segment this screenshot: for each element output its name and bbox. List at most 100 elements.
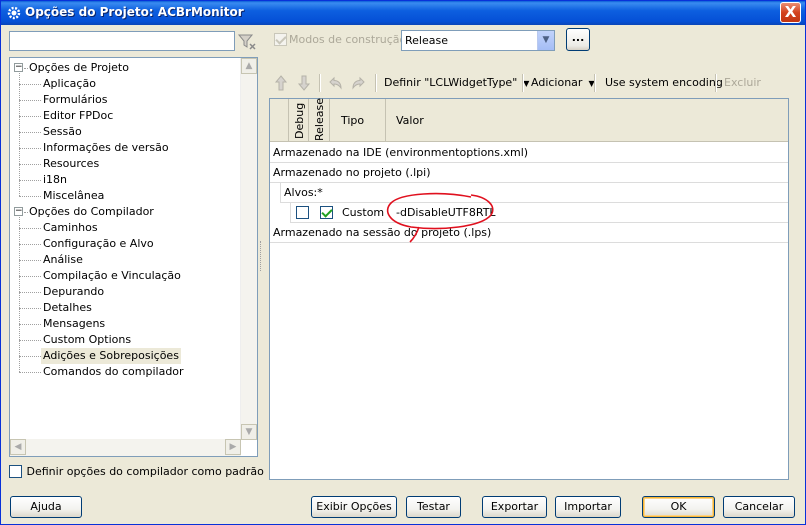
add-label: Adicionar (531, 76, 583, 89)
tree-connector (19, 100, 41, 101)
tree-connector (19, 73, 20, 196)
redo-icon[interactable] (351, 75, 367, 91)
tree-connector (19, 260, 41, 261)
gear-icon (7, 6, 21, 20)
test-button[interactable]: Testar (406, 496, 461, 518)
tree-item[interactable]: Resources (43, 156, 99, 172)
tree-connector (19, 196, 41, 197)
define-lclwidgettype-button[interactable]: Definir "LCLWidgetType" ▼ (384, 71, 529, 95)
dropdown-caret-icon: ▼ (523, 79, 530, 88)
tree-connector (19, 308, 41, 309)
tree-item[interactable]: Aplicação (43, 76, 96, 92)
tree-item[interactable]: Detalhes (43, 300, 92, 316)
grid-row-session[interactable]: Armazenado na sessão do projeto (.lps) (270, 223, 788, 243)
grid-row-targets[interactable]: Alvos:* (280, 183, 788, 203)
tree-connector (19, 356, 41, 357)
default-options-row[interactable]: Definir opções do compilador como padrão (9, 464, 264, 480)
grid-header-type[interactable]: Tipo (330, 99, 386, 142)
debug-checkbox[interactable] (296, 206, 309, 219)
scroll-left-icon[interactable]: ◀ (10, 439, 26, 455)
tree-connector (19, 217, 20, 372)
tree-item[interactable]: Adições e Sobreposições (41, 348, 181, 364)
header-debug-label: Debug (293, 102, 306, 139)
add-button[interactable]: Adicionar ▼ (531, 71, 595, 95)
tree-item[interactable]: Opções do Compilador (29, 204, 154, 220)
grid-row-project[interactable]: Armazenado no projeto (.lpi) (270, 163, 788, 183)
header-type-label: Tipo (341, 114, 365, 127)
project-options-window: Opções do Projeto: ACBrMonitor X − Opções… (0, 0, 806, 525)
grid-header-debug[interactable]: Debug (289, 99, 309, 142)
header-value-label: Valor (396, 114, 424, 127)
tree-connector (19, 132, 41, 133)
grid-header-indent (270, 99, 289, 142)
tree-item[interactable]: i18n (43, 172, 67, 188)
tree-connector (19, 244, 41, 245)
options-grid[interactable]: Debug Release Tipo Valor Armazenado na I… (269, 98, 789, 480)
build-mode-value: Release (405, 34, 448, 47)
tree-connector (19, 164, 41, 165)
tree-horizontal-scrollbar[interactable]: ◀ ▶ (10, 439, 241, 456)
show-options-button[interactable]: Exibir Opções (311, 496, 397, 518)
cancel-button[interactable]: Cancelar (723, 496, 795, 518)
delete-button[interactable]: Excluir (724, 71, 761, 95)
tree-expander-icon[interactable]: − (14, 63, 23, 72)
grid-header-release[interactable]: Release (309, 98, 330, 142)
title-bar[interactable]: Opções do Projeto: ACBrMonitor X (1, 1, 805, 25)
tree-connector (19, 84, 41, 85)
chevron-down-icon[interactable]: ▼ (537, 31, 554, 50)
splitter-grip[interactable] (260, 241, 263, 271)
tree-connector (19, 292, 41, 293)
tree-item[interactable]: Informações de versão (43, 140, 169, 156)
undo-icon[interactable] (327, 75, 343, 91)
default-options-checkbox[interactable] (9, 464, 22, 478)
tree-item[interactable]: Miscelânea (43, 188, 104, 204)
grid-row-ide[interactable]: Armazenado na IDE (environmentoptions.xm… (270, 143, 788, 163)
tree-item[interactable]: Caminhos (43, 220, 98, 236)
scroll-up-icon[interactable]: ▲ (241, 58, 257, 74)
release-checkbox[interactable] (320, 206, 333, 219)
tree-connector (19, 228, 41, 229)
help-button[interactable]: Ajuda (10, 496, 82, 518)
build-modes-dialog-button[interactable]: ... (566, 28, 590, 51)
tree-item[interactable]: Mensagens (43, 316, 105, 332)
export-button[interactable]: Exportar (482, 496, 547, 518)
filter-icon[interactable] (237, 32, 257, 51)
tree-item[interactable]: Custom Options (43, 332, 131, 348)
ok-button[interactable]: OK (642, 496, 715, 518)
close-button[interactable]: X (780, 2, 801, 23)
tree-vertical-scrollbar[interactable]: ▲ ▼ (240, 58, 257, 440)
custom-value-cell[interactable]: -dDisableUTF8RTL (396, 203, 496, 222)
grid-header-value[interactable]: Valor (386, 99, 788, 142)
tree-connector (19, 148, 41, 149)
filter-input[interactable] (9, 31, 235, 51)
define-lclwidgettype-label: Definir "LCLWidgetType" (384, 76, 518, 89)
tree-connector (19, 340, 41, 341)
build-modes-checkbox[interactable] (274, 33, 287, 46)
default-options-label: Definir opções do compilador como padrão (26, 464, 264, 478)
scroll-down-icon[interactable]: ▼ (241, 424, 257, 440)
tree-connector (19, 372, 41, 373)
use-system-encoding-button[interactable]: Use system encoding (605, 71, 723, 95)
tree-connector (24, 212, 28, 213)
tree-expander-icon[interactable]: − (14, 207, 23, 216)
tree-item[interactable]: Análise (43, 252, 83, 268)
tree-item[interactable]: Editor FPDoc (43, 108, 113, 124)
window-title: Opções do Projeto: ACBrMonitor (25, 5, 244, 19)
scroll-right-icon[interactable]: ▶ (225, 439, 241, 455)
tree-item[interactable]: Depurando (43, 284, 104, 300)
toolbar: Definir "LCLWidgetType" ▼ Adicionar ▼ Use … (269, 71, 789, 95)
build-mode-select[interactable]: Release ▼ (401, 30, 555, 51)
grid-row-custom[interactable]: Custom -dDisableUTF8RTL (290, 203, 788, 223)
options-tree[interactable]: − Opções de Projeto Aplicação Formulários Ed… (9, 57, 258, 457)
import-button[interactable]: Importar (555, 496, 621, 518)
tree-item[interactable]: Comandos do compilador (43, 364, 184, 380)
tree-connector (19, 324, 41, 325)
build-modes-label: Modos de construção (289, 33, 407, 46)
tree-item[interactable]: Sessão (43, 124, 82, 140)
tree-item[interactable]: Formulários (43, 92, 108, 108)
arrow-down-icon[interactable] (297, 75, 311, 91)
tree-item[interactable]: Compilação e Vinculação (43, 268, 181, 284)
tree-item[interactable]: Configuração e Alvo (43, 236, 154, 252)
tree-item[interactable]: Opções de Projeto (29, 60, 129, 76)
arrow-up-icon[interactable] (274, 75, 288, 91)
